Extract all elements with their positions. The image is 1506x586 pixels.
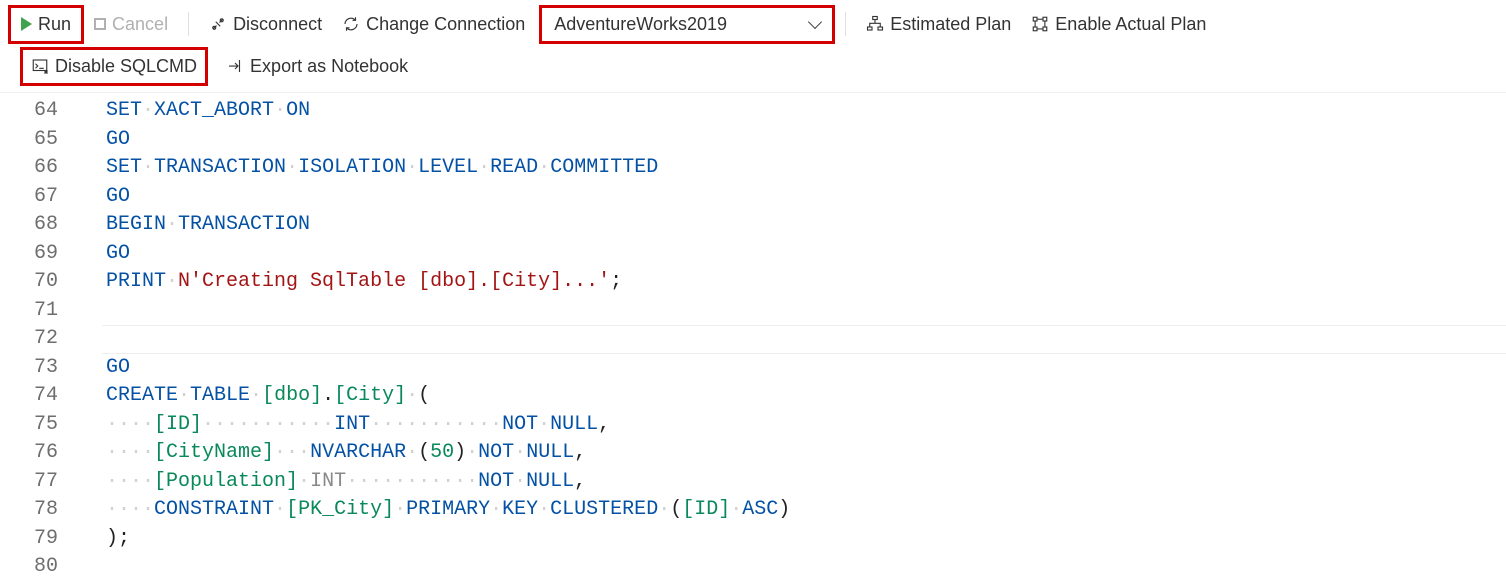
run-highlight: Run <box>8 5 84 44</box>
chevron-down-icon <box>808 15 822 29</box>
line-gutter: 6465666768697071727374757677787980 <box>0 97 80 582</box>
run-label: Run <box>38 14 71 35</box>
code-line[interactable]: GO <box>106 126 1506 155</box>
line-number: 75 <box>0 411 80 440</box>
disconnect-button[interactable]: Disconnect <box>199 8 332 41</box>
disconnect-label: Disconnect <box>233 14 322 35</box>
play-icon <box>21 17 32 31</box>
export-notebook-label: Export as Notebook <box>250 56 408 77</box>
code-line[interactable]: SET·TRANSACTION·ISOLATION·LEVEL·READ·COM… <box>106 154 1506 183</box>
toolbar-row-1: Run Cancel Disconnect Change Connection <box>8 4 1498 44</box>
line-number: 79 <box>0 525 80 554</box>
estimated-plan-button[interactable]: Estimated Plan <box>856 8 1021 41</box>
line-number: 64 <box>0 97 80 126</box>
code-line[interactable]: ····[Population]·INT···········NOT·NULL, <box>106 468 1506 497</box>
line-number: 80 <box>0 553 80 582</box>
line-number: 68 <box>0 211 80 240</box>
disable-sqlcmd-label: Disable SQLCMD <box>55 56 197 77</box>
line-number: 65 <box>0 126 80 155</box>
sqlcmd-highlight: Disable SQLCMD <box>20 47 208 86</box>
line-number: 73 <box>0 354 80 383</box>
export-icon <box>226 57 244 75</box>
code-line[interactable]: GO <box>106 354 1506 383</box>
code-line[interactable]: SET·XACT_ABORT·ON <box>106 97 1506 126</box>
enable-actual-plan-button[interactable]: Enable Actual Plan <box>1021 8 1216 41</box>
estimated-plan-label: Estimated Plan <box>890 14 1011 35</box>
code-line[interactable] <box>106 553 1506 582</box>
change-connection-button[interactable]: Change Connection <box>332 8 535 41</box>
code-line[interactable]: PRINT·N'Creating SqlTable [dbo].[City]..… <box>106 268 1506 297</box>
database-highlight: AdventureWorks2019 <box>539 5 835 44</box>
toolbar: Run Cancel Disconnect Change Connection <box>0 0 1506 93</box>
stop-icon <box>94 18 106 30</box>
database-dropdown[interactable]: AdventureWorks2019 <box>542 8 832 41</box>
code-line[interactable]: ····CONSTRAINT·[PK_City]·PRIMARY·KEY·CLU… <box>106 496 1506 525</box>
run-button[interactable]: Run <box>11 8 81 41</box>
code-line[interactable]: CREATE·TABLE·[dbo].[City]·( <box>106 382 1506 411</box>
line-number: 74 <box>0 382 80 411</box>
line-number: 77 <box>0 468 80 497</box>
code-line[interactable]: ····[ID]···········INT···········NOT·NUL… <box>106 411 1506 440</box>
database-name: AdventureWorks2019 <box>554 14 727 35</box>
code-line[interactable]: GO <box>106 240 1506 269</box>
divider <box>188 12 189 36</box>
line-number: 78 <box>0 496 80 525</box>
line-number: 69 <box>0 240 80 269</box>
export-notebook-button[interactable]: Export as Notebook <box>216 50 418 83</box>
sqlcmd-icon <box>31 57 49 75</box>
line-number: 72 <box>0 325 80 354</box>
toolbar-row-2: Disable SQLCMD Export as Notebook <box>8 44 1498 88</box>
disconnect-icon <box>209 15 227 33</box>
cancel-button: Cancel <box>84 8 178 41</box>
code-line[interactable] <box>106 325 1506 354</box>
line-number: 66 <box>0 154 80 183</box>
code-editor[interactable]: 6465666768697071727374757677787980 SET·X… <box>0 93 1506 582</box>
line-number: 76 <box>0 439 80 468</box>
code-line[interactable]: BEGIN·TRANSACTION <box>106 211 1506 240</box>
line-number: 71 <box>0 297 80 326</box>
estimated-plan-icon <box>866 15 884 33</box>
code-line[interactable]: ); <box>106 525 1506 554</box>
change-connection-label: Change Connection <box>366 14 525 35</box>
code-line[interactable] <box>106 297 1506 326</box>
change-connection-icon <box>342 15 360 33</box>
actual-plan-icon <box>1031 15 1049 33</box>
code-area[interactable]: SET·XACT_ABORT·ONGOSET·TRANSACTION·ISOLA… <box>80 97 1506 582</box>
divider <box>845 12 846 36</box>
enable-actual-plan-label: Enable Actual Plan <box>1055 14 1206 35</box>
code-line[interactable]: GO <box>106 183 1506 212</box>
disable-sqlcmd-button[interactable]: Disable SQLCMD <box>23 50 205 83</box>
line-number: 67 <box>0 183 80 212</box>
code-line[interactable]: ····[CityName]···NVARCHAR·(50)·NOT·NULL, <box>106 439 1506 468</box>
line-number: 70 <box>0 268 80 297</box>
cancel-label: Cancel <box>112 14 168 35</box>
